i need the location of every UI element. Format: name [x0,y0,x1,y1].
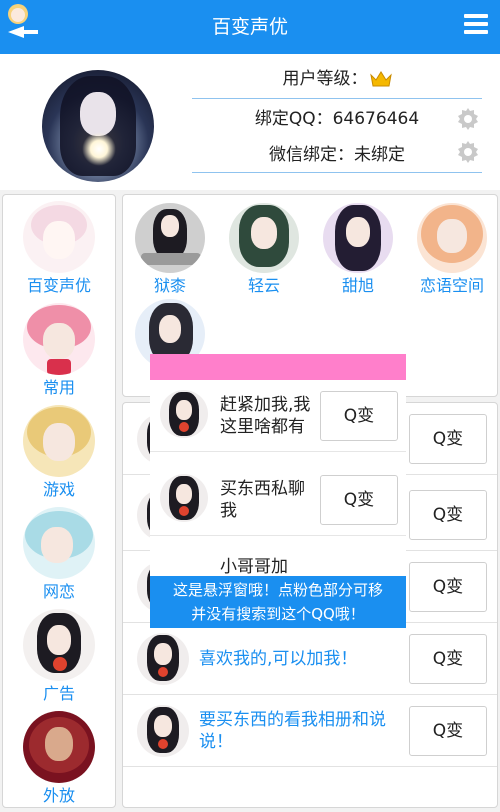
friend-name: 狱桼 [153,276,186,295]
friend-avatar [229,203,299,273]
category-avatar [23,711,95,783]
category-avatar [23,405,95,477]
sidebar-item-label: 百变声优 [26,276,91,295]
floating-item-text: 买东西私聊我 [220,479,305,521]
user-level-label: 用户等级： [282,69,368,89]
menu-icon[interactable] [464,14,488,38]
floating-notice: 这是悬浮窗哦！点粉色部分可移 并没有搜索到这个QQ哦！ [150,576,406,628]
friend-name: 轻云 [247,276,280,295]
floating-item-text: 小哥哥加 [220,557,288,576]
friend-avatar [417,203,487,273]
qq-bind-label: 绑定QQ： [254,109,333,129]
list-item: 要买东西的看我相册和说说！ Q变 [123,695,497,767]
list-avatar [160,390,208,438]
wechat-bind-status: 未绑定 [354,145,405,165]
q-change-button[interactable]: Q变 [409,706,487,756]
user-avatar[interactable] [42,70,154,182]
sidebar-item-label: 网恋 [42,582,75,601]
floating-list-item: 买东西私聊我 Q变 [150,464,406,536]
sidebar-item-ads[interactable]: 广告 [3,609,115,705]
q-change-button[interactable]: Q变 [409,414,487,464]
crown-icon [369,71,392,87]
floating-item-text: 赶紧加我,我这里啥都有 [220,395,311,437]
sidebar-item-game[interactable]: 游戏 [3,405,115,501]
sidebar-item-label: 外放 [42,786,75,805]
friend-name: 恋语空间 [419,276,484,295]
page-title: 百变声优 [211,16,288,38]
category-avatar [23,303,95,375]
floating-window: 赶紧加我,我这里啥都有 Q变 买东西私聊我 Q变 小哥哥加 这是悬浮窗哦！点粉色… [150,354,406,628]
friend-item[interactable]: 恋语空间 [405,203,499,297]
list-avatar [137,633,189,685]
sidebar-item-common[interactable]: 常用 [3,303,115,399]
qq-bind-row: 绑定QQ：64676464 [192,104,482,134]
wechat-bind-row: 微信绑定：未绑定 [192,140,482,170]
notice-line: 这是悬浮窗哦！点粉色部分可移 [172,581,383,599]
list-avatar [137,705,189,757]
friend-avatar [135,203,205,273]
category-avatar [23,609,95,681]
top-bar: 百变声优 [0,0,500,54]
divider [192,98,482,99]
divider [192,172,482,173]
gear-icon[interactable] [456,107,480,131]
sidebar-item-speaker[interactable]: 外放 [3,711,115,807]
category-avatar [23,201,95,273]
user-level-row: 用户等级： [192,64,482,94]
back-icon[interactable] [4,2,42,42]
notice-line: 并没有搜索到这个QQ哦！ [191,605,365,623]
wechat-bind-label: 微信绑定： [269,145,354,165]
sidebar-item-voice[interactable]: 百变声优 [3,201,115,297]
friend-name: 甜旭 [341,276,374,295]
floating-window-drag-handle[interactable] [150,354,406,380]
q-change-button[interactable]: Q变 [409,562,487,612]
friend-avatar [323,203,393,273]
qq-number: 64676464 [332,109,420,129]
friend-item[interactable]: 甜旭 [311,203,405,297]
friend-item[interactable]: 狱桼 [123,203,217,297]
q-change-button[interactable]: Q变 [320,475,398,525]
category-sidebar: 百变声优 常用 游戏 网恋 广告 外放 [2,194,116,808]
sidebar-item-label: 广告 [42,684,75,703]
list-item-text: 喜欢我的,可以加我！ [199,649,358,669]
sidebar-item-love[interactable]: 网恋 [3,507,115,603]
list-item-text: 要买东西的看我相册和说说！ [199,710,386,752]
friend-item[interactable]: 轻云 [217,203,311,297]
profile-card: 用户等级： 绑定QQ：64676464 微信绑定：未绑定 [0,54,500,190]
q-change-button[interactable]: Q变 [320,391,398,441]
sidebar-item-label: 游戏 [42,480,75,499]
floating-window-body: 赶紧加我,我这里啥都有 Q变 买东西私聊我 Q变 小哥哥加 [150,380,406,576]
category-avatar [23,507,95,579]
floating-list-item: 赶紧加我,我这里啥都有 Q变 [150,380,406,452]
list-item: 喜欢我的,可以加我！ Q变 [123,623,497,695]
q-change-button[interactable]: Q变 [409,490,487,540]
list-avatar [160,474,208,522]
gear-icon[interactable] [456,140,480,164]
sidebar-item-label: 常用 [42,378,75,397]
q-change-button[interactable]: Q变 [409,634,487,684]
